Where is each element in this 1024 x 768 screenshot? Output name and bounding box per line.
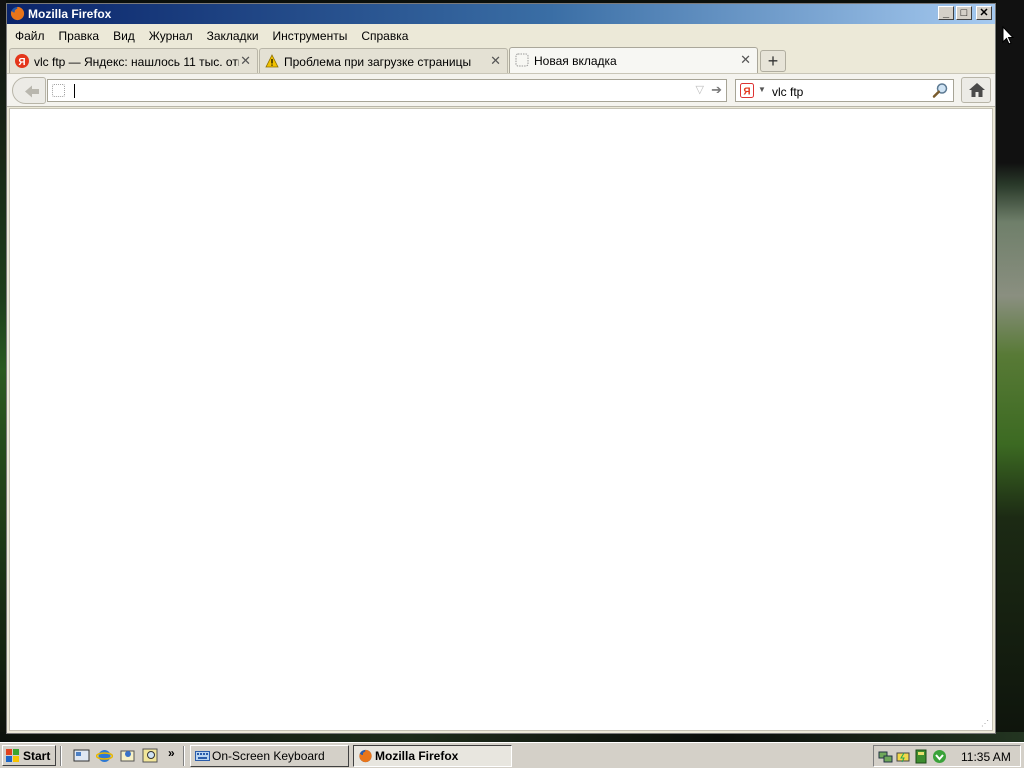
close-tab-icon[interactable]: ✕ [490, 53, 501, 69]
power-icon[interactable] [896, 749, 911, 764]
keyboard-icon [195, 751, 210, 761]
firefox-window: Mozilla Firefox _ □ ✕ Файл Правка Вид Жу… [6, 3, 996, 734]
search-input[interactable] [770, 83, 924, 101]
url-input[interactable] [74, 82, 678, 101]
close-button[interactable]: ✕ [976, 6, 992, 20]
tab-load-problem[interactable]: Проблема при загрузке страницы ✕ [259, 48, 508, 73]
menu-history[interactable]: Журнал [142, 26, 200, 46]
tab-new-tab[interactable]: Новая вкладка ✕ [509, 47, 758, 73]
back-button[interactable] [12, 77, 46, 104]
home-icon [969, 83, 985, 97]
url-bar[interactable]: ▽ ➔ [47, 79, 727, 102]
menu-file[interactable]: Файл [7, 26, 52, 46]
yandex-icon: Я [15, 54, 29, 68]
title-bar[interactable]: Mozilla Firefox _ □ ✕ [7, 4, 995, 24]
site-identity-icon[interactable] [52, 84, 65, 97]
menu-edit[interactable]: Правка [52, 26, 107, 46]
navigation-toolbar: ▽ ➔ Я ▼ [7, 73, 995, 107]
search-bar[interactable]: Я ▼ [735, 79, 954, 102]
page-content-area[interactable]: ⋰ [9, 108, 993, 731]
svg-text:Я: Я [18, 57, 25, 68]
new-tab-button[interactable]: + [760, 50, 786, 72]
warning-icon [265, 54, 279, 68]
window-title: Mozilla Firefox [28, 7, 112, 21]
taskbar-separator [183, 746, 185, 766]
tab-label: vlc ftp — Яндекс: нашлось 11 тыс. отв... [34, 55, 239, 69]
close-tab-icon[interactable]: ✕ [240, 53, 251, 69]
svg-text:Я: Я [743, 87, 750, 98]
magnifier-icon[interactable] [932, 82, 949, 99]
menu-tools[interactable]: Инструменты [266, 26, 355, 46]
search-tool-icon[interactable] [142, 747, 159, 764]
close-tab-icon[interactable]: ✕ [740, 52, 751, 68]
tab-label: Новая вкладка [534, 54, 617, 68]
torrent-client-icon[interactable] [932, 749, 947, 764]
menu-help[interactable]: Справка [354, 26, 415, 46]
tab-label: Проблема при загрузке страницы [284, 55, 472, 69]
menu-bar: Файл Правка Вид Журнал Закладки Инструме… [7, 26, 995, 46]
outlook-express-icon[interactable] [119, 747, 136, 764]
tab-strip: Я vlc ftp — Яндекс: нашлось 11 тыс. отв.… [7, 47, 995, 73]
engine-dropdown-icon[interactable]: ▼ [758, 85, 766, 94]
mouse-pointer-icon [1002, 26, 1014, 45]
blank-page-icon [515, 53, 529, 67]
yandex-search-engine-icon[interactable]: Я [740, 83, 754, 98]
taskbar: Start » On-Screen Keyboard Mozilla Firef… [0, 742, 1024, 768]
network-icon[interactable] [878, 749, 893, 764]
task-label: Mozilla Firefox [375, 749, 459, 763]
start-label: Start [23, 749, 51, 763]
go-arrow-icon[interactable]: ➔ [711, 82, 722, 98]
windows-logo-icon [6, 749, 19, 762]
menu-view[interactable]: Вид [106, 26, 142, 46]
clock[interactable]: 11:35 AM [961, 750, 1011, 764]
quick-launch-more-icon[interactable]: » [168, 746, 175, 760]
desktop-wallpaper-right [997, 0, 1024, 740]
security-shield-icon[interactable] [914, 749, 929, 764]
firefox-icon [10, 6, 25, 21]
history-dropdown-icon[interactable]: ▽ [696, 83, 704, 96]
task-label: On-Screen Keyboard [212, 749, 325, 763]
back-arrow-icon [25, 85, 39, 98]
firefox-icon [359, 749, 372, 763]
system-tray: 11:35 AM [873, 745, 1021, 767]
maximize-button[interactable]: □ [956, 6, 972, 20]
task-mozilla-firefox[interactable]: Mozilla Firefox [353, 745, 512, 767]
text-caret [74, 84, 75, 98]
task-on-screen-keyboard[interactable]: On-Screen Keyboard [190, 745, 349, 767]
internet-explorer-icon[interactable] [96, 747, 113, 764]
resize-grip-icon[interactable]: ⋰ [981, 719, 991, 729]
home-button[interactable] [961, 77, 991, 103]
show-desktop-icon[interactable] [73, 747, 90, 764]
taskbar-separator [60, 746, 62, 766]
tab-yandex-search[interactable]: Я vlc ftp — Яндекс: нашлось 11 тыс. отв.… [9, 48, 258, 73]
menu-bookmarks[interactable]: Закладки [200, 26, 266, 46]
minimize-button[interactable]: _ [938, 6, 954, 20]
start-button[interactable]: Start [2, 745, 56, 766]
